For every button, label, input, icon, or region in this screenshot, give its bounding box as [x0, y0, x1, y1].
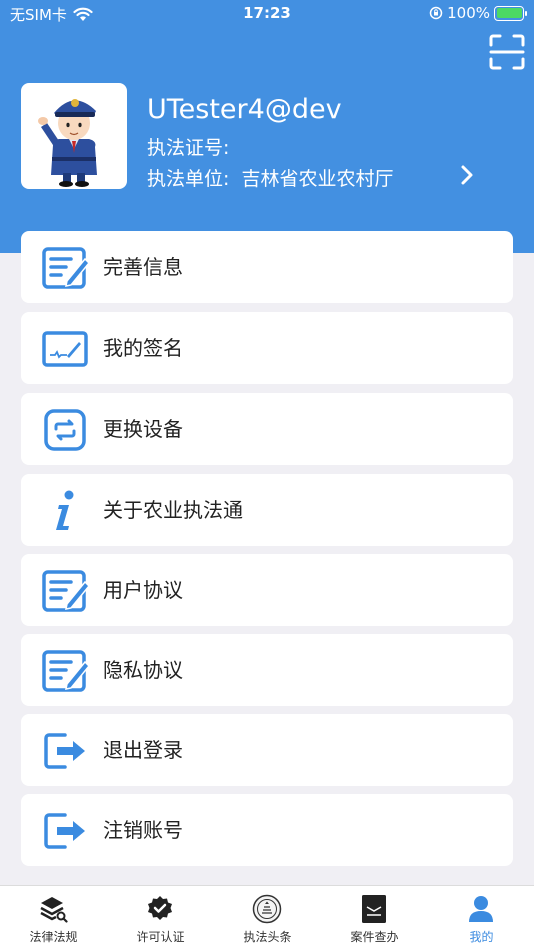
menu-label: 退出登录 — [103, 738, 183, 762]
avatar[interactable] — [21, 83, 127, 189]
orientation-lock-icon — [429, 6, 443, 20]
menu-item-about[interactable]: 关于农业执法通 — [21, 474, 513, 546]
scan-icon[interactable] — [489, 34, 525, 70]
tab-cases[interactable]: 案件查办 — [321, 886, 428, 950]
tab-label: 许可认证 — [136, 930, 185, 944]
tab-license[interactable]: 许可认证 — [107, 886, 214, 950]
swap-device-icon — [44, 409, 86, 451]
logout-icon — [44, 813, 85, 849]
tab-mine[interactable]: 我的 — [428, 886, 534, 950]
menu-item-change-device[interactable]: 更换设备 — [21, 393, 513, 465]
signature-tablet-icon — [42, 331, 88, 367]
profile-header: 无SIM卡 17:23 100% UTester4@dev 执法证号: 执法单位… — [0, 0, 534, 253]
menu-item-privacy-agreement[interactable]: 隐私协议 — [21, 634, 513, 706]
menu-label: 隐私协议 — [103, 658, 183, 682]
menu-item-complete-info[interactable]: 完善信息 — [21, 231, 513, 303]
tab-label: 执法头条 — [243, 930, 292, 944]
menu-item-user-agreement[interactable]: 用户协议 — [21, 554, 513, 626]
emblem-icon — [252, 894, 282, 924]
menu-item-logout[interactable]: 退出登录 — [21, 714, 513, 786]
person-icon — [469, 896, 493, 922]
document-edit-icon — [42, 570, 89, 612]
status-bar: 无SIM卡 17:23 100% — [0, 0, 534, 28]
edit-form-icon — [42, 247, 89, 289]
menu-label: 完善信息 — [103, 255, 183, 279]
police-avatar-icon — [38, 99, 97, 187]
unit-value: 吉林省农业农村厅 — [241, 168, 394, 190]
menu-label: 我的签名 — [103, 336, 183, 360]
battery-icon — [494, 5, 527, 21]
case-file-icon — [362, 895, 386, 923]
username: UTester4@dev — [147, 94, 342, 125]
badge-check-icon — [148, 896, 172, 920]
chevron-right-icon[interactable] — [456, 164, 478, 186]
law-books-icon — [40, 897, 68, 923]
tab-laws[interactable]: 法律法规 — [0, 886, 107, 950]
info-icon — [56, 490, 74, 530]
menu-label: 用户协议 — [103, 578, 183, 602]
unit-label: 执法单位: — [147, 168, 230, 190]
tab-bar: 法律法规 许可认证 执法头条 案件查办 我的 — [0, 885, 534, 950]
menu-item-cancel-account[interactable]: 注销账号 — [21, 794, 513, 866]
menu-label: 更换设备 — [103, 417, 183, 441]
tab-headlines[interactable]: 执法头条 — [214, 886, 321, 950]
unit-line: 执法单位: 吉林省农业农村厅 — [147, 164, 393, 191]
document-edit-icon — [42, 650, 89, 692]
menu-label: 关于农业执法通 — [103, 498, 243, 522]
battery-percent: 100% — [447, 4, 490, 22]
tab-label: 法律法规 — [29, 930, 78, 944]
logout-icon — [44, 733, 85, 769]
cert-number-label: 执法证号: — [147, 137, 230, 159]
tab-label: 我的 — [469, 930, 494, 944]
tab-label: 案件查办 — [350, 930, 399, 944]
menu-item-my-signature[interactable]: 我的签名 — [21, 312, 513, 384]
menu-label: 注销账号 — [103, 818, 183, 842]
